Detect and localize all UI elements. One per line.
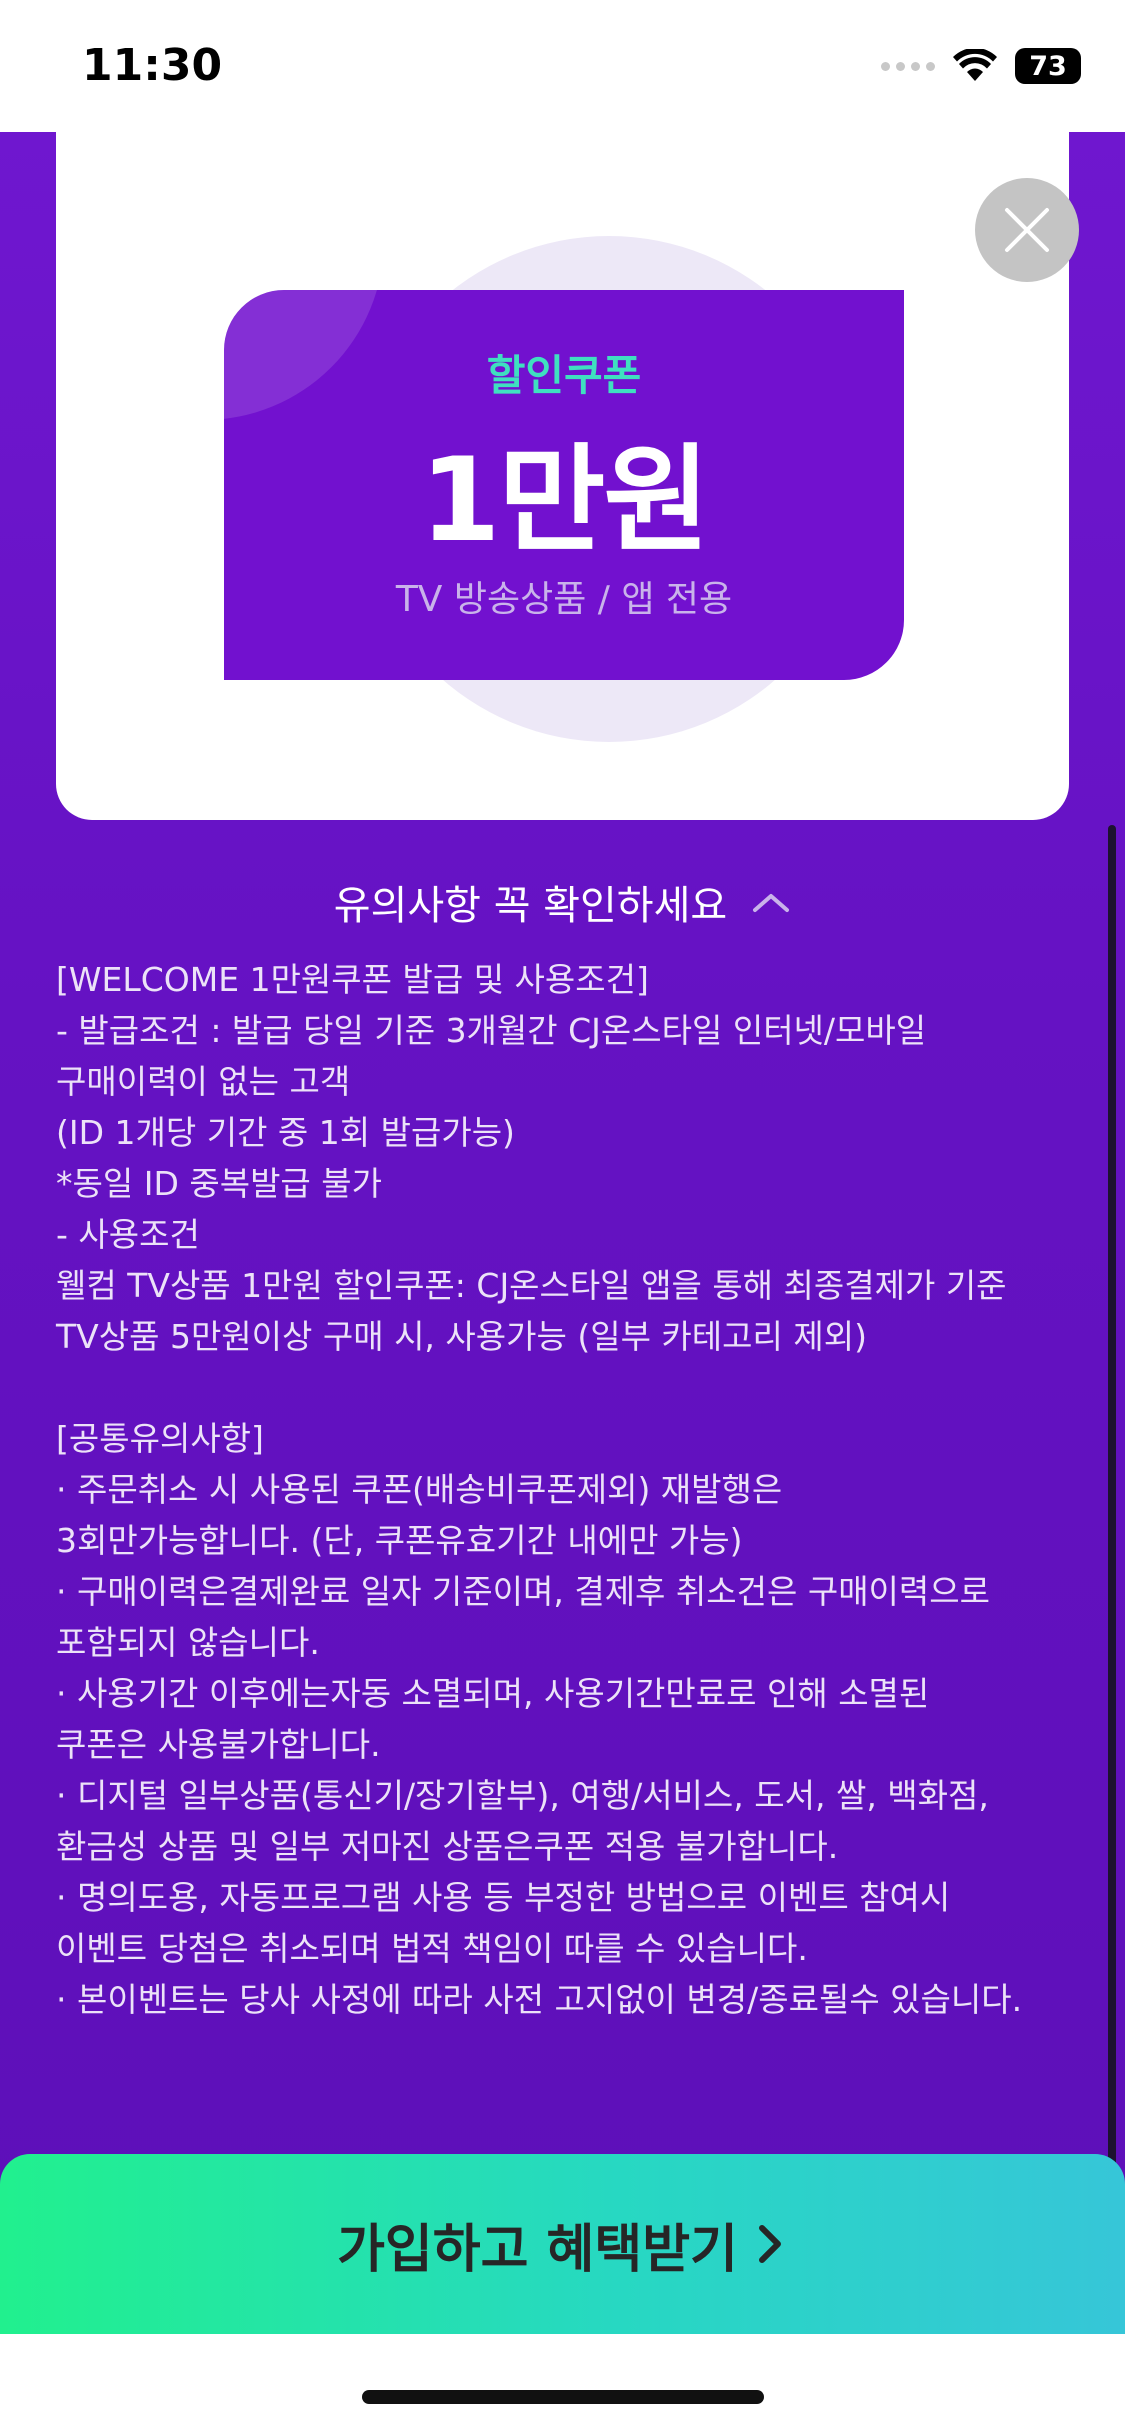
chevron-right-icon	[758, 2225, 781, 2263]
notice-line: · 디지털 일부상품(통신기/장기할부), 여행/서비스, 도서, 쌀, 백화점…	[56, 1776, 989, 1815]
chevron-up-icon	[753, 894, 790, 912]
close-icon	[1005, 208, 1049, 252]
notice-line	[56, 1362, 1076, 1413]
cta-label: 가입하고 혜택받기	[337, 2219, 738, 2280]
status-bar: 11:30 73	[0, 0, 1125, 132]
coupon-card: 할인쿠폰 1만원 TV 방송상품 / 앱 전용	[56, 132, 1069, 820]
notice-line: · 명의도용, 자동프로그램 사용 등 부정한 방법으로 이벤트 참여시	[56, 1878, 951, 1917]
cellular-signal-icon	[881, 61, 935, 71]
notice-line: 웰컴 TV상품 1만원 할인쿠폰: CJ온스타일 앱을 통해 최종결제가 기준	[56, 1266, 1007, 1305]
home-indicator	[362, 2390, 764, 2404]
status-indicators: 73	[881, 46, 1081, 86]
coupon-label: 할인쿠폰	[486, 351, 642, 400]
coupon-amount: 1만원	[419, 433, 710, 568]
notice-toggle-label: 유의사항 꼭 확인하세요	[333, 883, 728, 929]
notice-line: (ID 1개당 기간 중 1회 발급가능)	[56, 1113, 515, 1152]
coupon-ticket: 할인쿠폰 1만원 TV 방송상품 / 앱 전용	[224, 290, 904, 680]
wifi-icon	[953, 49, 997, 81]
notice-line: · 본이벤트는 당사 사정에 따라 사전 고지없이 변경/종료될수 있습니다.	[56, 1980, 1023, 2019]
notice-line: 이벤트 당첨은 취소되며 법적 책임이 따를 수 있습니다.	[56, 1929, 808, 1968]
notice-line: 환금성 상품 및 일부 저마진 상품은쿠폰 적용 불가합니다.	[56, 1827, 839, 1866]
notice-line: - 사용조건	[56, 1215, 200, 1254]
notice-line: 쿠폰은 사용불가합니다.	[56, 1725, 381, 1764]
notice-line: [공통유의사항]	[56, 1419, 264, 1458]
notice-text: [WELCOME 1만원쿠폰 발급 및 사용조건] - 발급조건 : 발급 당일…	[56, 954, 1076, 2025]
notice-line: - 발급조건 : 발급 당일 기준 3개월간 CJ온스타일 인터넷/모바일	[56, 1011, 927, 1050]
close-button[interactable]	[975, 178, 1079, 282]
battery-icon: 73	[1015, 48, 1081, 84]
coupon-subtitle: TV 방송상품 / 앱 전용	[395, 579, 733, 620]
event-modal: 할인쿠폰 1만원 TV 방송상품 / 앱 전용 유의사항 꼭 확인하세요 [WE…	[0, 132, 1125, 2332]
notice-line: [WELCOME 1만원쿠폰 발급 및 사용조건]	[56, 960, 649, 999]
signup-benefit-button[interactable]: 가입하고 혜택받기	[0, 2154, 1125, 2334]
notice-line: 구매이력이 없는 고객	[56, 1062, 351, 1101]
notice-line: TV상품 5만원이상 구매 시, 사용가능 (일부 카테고리 제외)	[56, 1317, 867, 1356]
notice-line: · 사용기간 이후에는자동 소멸되며, 사용기간만료로 인해 소멸된	[56, 1674, 930, 1713]
notice-line: · 주문취소 시 사용된 쿠폰(배송비쿠폰제외) 재발행은	[56, 1470, 783, 1509]
status-time: 11:30	[82, 40, 223, 91]
notice-line: 3회만가능합니다. (단, 쿠폰유효기간 내에만 가능)	[56, 1521, 743, 1560]
notice-line: 포함되지 않습니다.	[56, 1623, 320, 1662]
notice-line: *동일 ID 중복발급 불가	[56, 1164, 382, 1203]
notice-toggle[interactable]: 유의사항 꼭 확인하세요	[0, 870, 1125, 934]
notice-line: · 구매이력은결제완료 일자 기준이며, 결제후 취소건은 구매이력으로	[56, 1572, 990, 1611]
scrollbar[interactable]	[1108, 825, 1116, 2330]
